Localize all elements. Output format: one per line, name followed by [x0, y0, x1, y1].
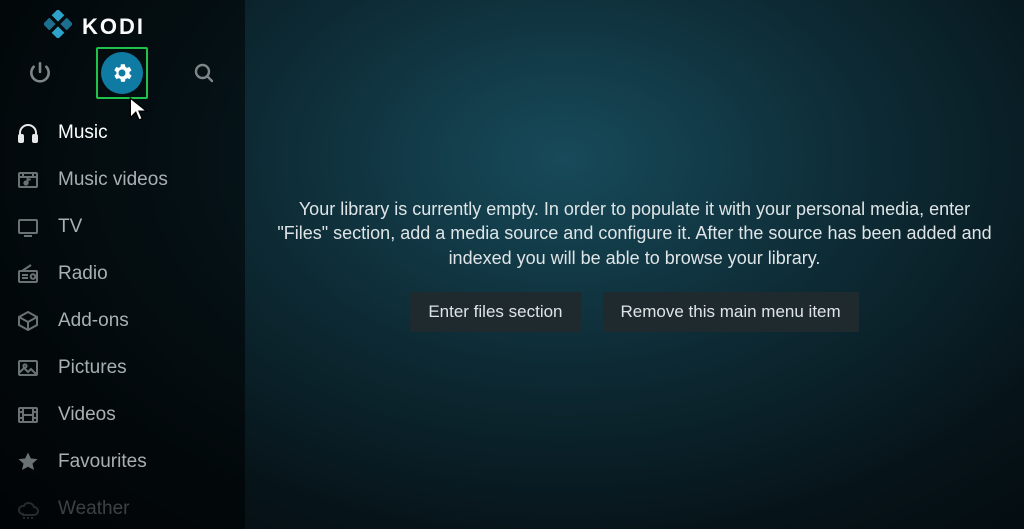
- star-icon: [14, 448, 42, 476]
- sidebar-item-label: Music: [58, 122, 108, 144]
- sidebar-item-favourites[interactable]: Favourites: [0, 438, 245, 485]
- headphones-icon: [14, 119, 42, 147]
- sidebar-item-label: Pictures: [58, 357, 127, 379]
- settings-button[interactable]: [100, 51, 144, 95]
- sidebar-toolbar: [0, 51, 245, 95]
- app-name: KODI: [82, 14, 145, 40]
- picture-icon: [14, 354, 42, 382]
- sidebar-item-label: TV: [58, 216, 82, 238]
- search-button[interactable]: [182, 51, 226, 95]
- enter-files-button[interactable]: Enter files section: [410, 292, 580, 332]
- sidebar: KODI: [0, 0, 245, 529]
- box-icon: [14, 307, 42, 335]
- sidebar-item-videos[interactable]: Videos: [0, 391, 245, 438]
- sidebar-item-label: Weather: [58, 498, 129, 520]
- action-button-row: Enter files section Remove this main men…: [410, 292, 858, 332]
- sidebar-item-addons[interactable]: Add-ons: [0, 297, 245, 344]
- sidebar-item-radio[interactable]: Radio: [0, 250, 245, 297]
- radio-icon: [14, 260, 42, 288]
- sidebar-item-weather[interactable]: Weather: [0, 485, 245, 529]
- sidebar-item-music-videos[interactable]: Music videos: [0, 156, 245, 203]
- sidebar-item-label: Radio: [58, 263, 108, 285]
- power-icon: [27, 60, 53, 86]
- empty-library-message: Your library is currently empty. In orde…: [275, 197, 994, 270]
- sidebar-item-pictures[interactable]: Pictures: [0, 344, 245, 391]
- gear-icon: [110, 61, 134, 85]
- power-button[interactable]: [18, 51, 62, 95]
- sidebar-item-label: Videos: [58, 404, 116, 426]
- cloud-icon: [14, 495, 42, 523]
- remove-menu-item-button[interactable]: Remove this main menu item: [603, 292, 859, 332]
- kodi-logo-icon: [44, 10, 72, 43]
- sidebar-item-music[interactable]: Music: [0, 109, 245, 156]
- film-icon: [14, 401, 42, 429]
- sidebar-item-tv[interactable]: TV: [0, 203, 245, 250]
- sidebar-nav: Music Music videos TV Radio Add-ons: [0, 109, 245, 529]
- app-logo: KODI: [0, 0, 245, 47]
- music-video-icon: [14, 166, 42, 194]
- sidebar-item-label: Favourites: [58, 451, 147, 473]
- sidebar-item-label: Music videos: [58, 169, 168, 191]
- sidebar-item-label: Add-ons: [58, 310, 129, 332]
- main-content: Your library is currently empty. In orde…: [245, 0, 1024, 529]
- tv-icon: [14, 213, 42, 241]
- search-icon: [192, 61, 216, 85]
